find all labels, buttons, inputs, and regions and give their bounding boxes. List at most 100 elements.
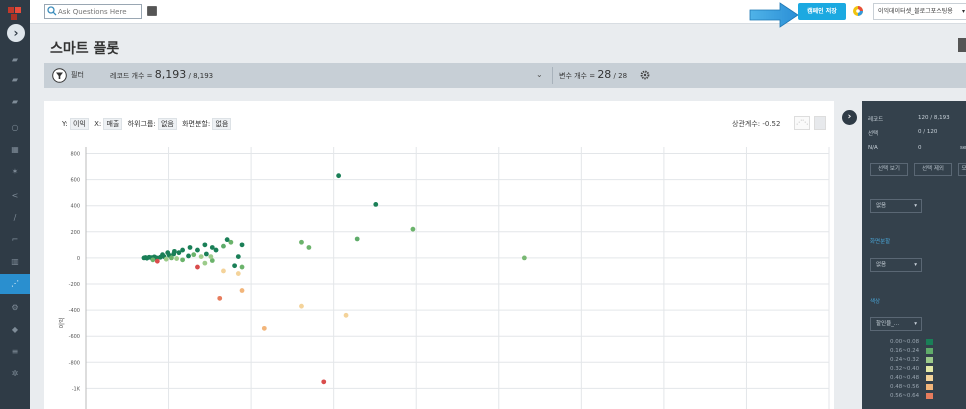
- data-point: [354, 236, 360, 242]
- y-tick-label: -1K: [72, 386, 81, 392]
- data-point: [169, 255, 174, 261]
- data-point: [165, 250, 171, 256]
- color-dropdown[interactable]: 할인율_... ▾: [870, 317, 922, 331]
- chart-panel: Y: 이익 X: 매출 하위그룹: 없음 화면분할: 없음 상관계수: -0.5…: [44, 101, 834, 409]
- data-point: [209, 245, 215, 250]
- color-palette-icon[interactable]: [852, 5, 864, 17]
- side-panel: 레코드120 / 8,193 선택0 / 120 N/A0set 선택 보기 선…: [862, 101, 966, 409]
- data-point: [208, 254, 214, 259]
- legend-swatch: [926, 348, 933, 354]
- data-point: [176, 250, 182, 256]
- data-point: [195, 264, 200, 270]
- subgroup-dropdown[interactable]: 없음 ▾: [870, 199, 922, 213]
- caret-down-icon: ▾: [914, 262, 917, 268]
- legend-item: 0.24~0.32: [890, 357, 933, 363]
- legend-item: 0.40~0.48: [890, 375, 933, 381]
- nav-grid-icon[interactable]: ▦: [0, 140, 30, 160]
- y-tick-label: -600: [69, 334, 80, 340]
- record-total: 8,193: [193, 72, 214, 80]
- legend-swatch: [926, 339, 933, 345]
- gear-icon[interactable]: [640, 70, 650, 80]
- y-tick-label: 600: [70, 178, 80, 184]
- data-point: [150, 257, 156, 263]
- data-point: [191, 252, 197, 258]
- caret-down-icon: ▾: [914, 203, 917, 209]
- variable-count-label: 변수 개수 = 28 / 28: [559, 68, 628, 81]
- data-point: [198, 254, 204, 259]
- legend-swatch: [926, 357, 933, 363]
- data-point: [203, 251, 209, 257]
- project-select-value: 이익데이터셋_블로그포스팅용: [878, 8, 953, 15]
- divider: [552, 67, 553, 84]
- filter-icon[interactable]: [52, 68, 67, 83]
- caret-down-icon: ▾: [961, 8, 965, 15]
- panel-toggle-button[interactable]: ›: [842, 110, 857, 125]
- keyboard-icon[interactable]: [147, 6, 157, 16]
- legend-swatch: [926, 384, 933, 390]
- nav-folder-icon[interactable]: ▰: [0, 70, 30, 90]
- legend-item: 0.48~0.56: [890, 384, 933, 390]
- ask-questions-input[interactable]: [44, 4, 142, 19]
- select-row: 선택 0 / 120: [868, 129, 938, 137]
- legend-item: 0.00~0.08: [890, 339, 933, 345]
- more-button[interactable]: 모: [958, 163, 966, 176]
- arrow-pointer-icon: [749, 2, 799, 28]
- split-heading: 화면분할: [870, 239, 891, 245]
- side-menu-button[interactable]: [958, 38, 966, 52]
- data-point: [235, 254, 241, 259]
- data-point: [172, 248, 177, 254]
- caret-down-icon: ▾: [914, 321, 917, 327]
- search-icon: [47, 6, 57, 16]
- legend-swatch: [926, 375, 933, 381]
- y-tick-label: -800: [69, 360, 80, 366]
- color-heading: 색상: [870, 299, 881, 305]
- y-tick-label: 200: [70, 230, 80, 236]
- nav-share-icon[interactable]: <: [0, 186, 30, 206]
- data-point: [410, 226, 416, 232]
- nav-search-icon[interactable]: ○: [0, 118, 30, 138]
- data-point: [239, 242, 245, 248]
- y-axis-title: 이익: [58, 317, 66, 328]
- data-point: [160, 252, 165, 258]
- scatter-chart: 8006004002000-200-400-600-800-1K-1.2K이익: [58, 147, 830, 409]
- view-selection-button[interactable]: 선택 보기: [870, 163, 908, 176]
- variable-total: 28: [618, 72, 628, 80]
- nav-settings-icon[interactable]: ⚙: [0, 298, 30, 318]
- nav-briefcase-icon[interactable]: ▰: [0, 92, 30, 112]
- nav-scatter-icon[interactable]: ⋰: [0, 274, 30, 294]
- left-navigation: › ▰ ▰ ▰ ○ ▦ ✶ < ∕ ⌐ ▥ ⋰ ⚙ ◆ ≡ ✲: [0, 0, 30, 409]
- data-point: [195, 247, 200, 253]
- save-campaign-button[interactable]: 캠페인 저장: [798, 3, 846, 20]
- split-dropdown[interactable]: 없음 ▾: [870, 258, 922, 272]
- nav-book-icon[interactable]: ▰: [0, 50, 30, 70]
- nav-line-icon[interactable]: ⌐: [0, 230, 30, 250]
- y-tick-label: 800: [70, 152, 80, 158]
- data-point: [235, 271, 241, 276]
- chevron-down-icon[interactable]: ⌄: [536, 70, 543, 79]
- legend-item: 0.32~0.40: [890, 366, 933, 372]
- data-point: [224, 237, 230, 243]
- nav-cube-icon[interactable]: ◆: [0, 320, 30, 340]
- data-point: [343, 312, 349, 318]
- exclude-selection-button[interactable]: 선택 제외: [914, 163, 952, 176]
- data-point: [221, 268, 226, 274]
- data-point: [521, 255, 527, 261]
- project-select[interactable]: 이익데이터셋_블로그포스팅용 ▾: [873, 3, 966, 20]
- data-point: [321, 379, 327, 385]
- filter-bar: 필터 레코드 개수 = 8,193 / 8,193 ⌄ 변수 개수 = 28 /…: [44, 63, 966, 88]
- nav-barchart-icon[interactable]: ▥: [0, 252, 30, 272]
- y-tick-label: -400: [69, 308, 80, 314]
- y-tick-label: 0: [77, 256, 80, 262]
- record-count: 8,193: [154, 68, 187, 81]
- nav-network-icon[interactable]: ✶: [0, 162, 30, 182]
- data-point: [187, 245, 193, 250]
- record-row: 레코드 120 / 8,193: [868, 115, 950, 123]
- nav-gear-icon[interactable]: ✲: [0, 364, 30, 384]
- y-tick-label: 400: [70, 204, 80, 210]
- nav-trend-icon[interactable]: ∕: [0, 208, 30, 228]
- data-point: [174, 256, 180, 261]
- data-point: [186, 253, 191, 259]
- expand-nav-button[interactable]: ›: [7, 24, 25, 42]
- data-point: [261, 325, 267, 331]
- nav-list-icon[interactable]: ≡: [0, 342, 30, 362]
